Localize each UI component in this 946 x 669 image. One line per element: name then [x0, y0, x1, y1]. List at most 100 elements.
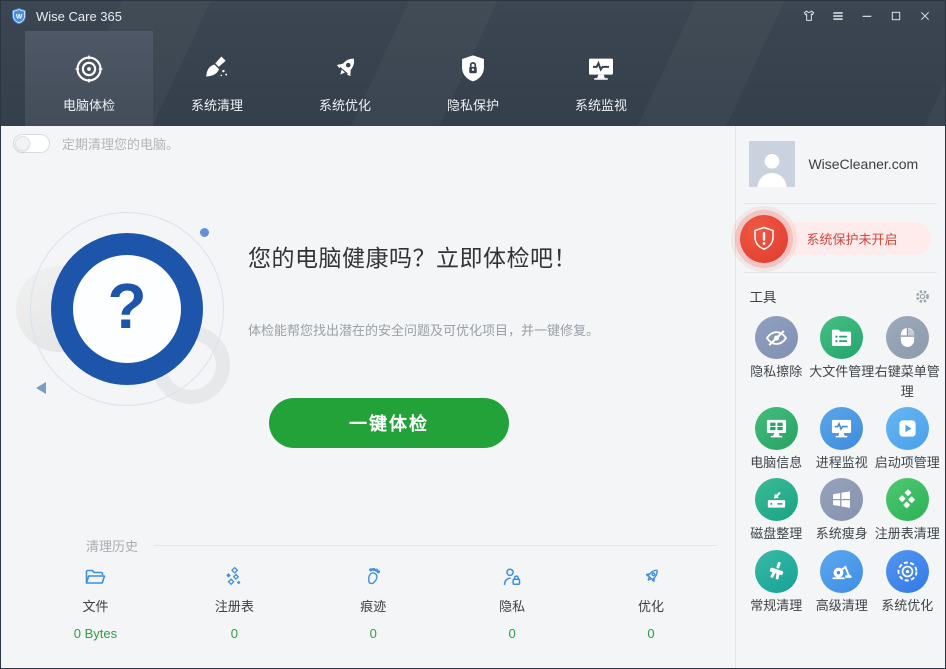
decor-triangle: [36, 382, 46, 394]
windows-icon: [820, 478, 863, 521]
app-logo-icon: W: [10, 7, 28, 25]
main-panel: 定期清理您的电脑。 ? 您的电脑健康吗？立即体检吧！ 体检能帮您找出潜在的安全问…: [1, 126, 735, 669]
person-lock-icon: [500, 564, 524, 590]
play-square-icon: [886, 407, 929, 450]
checkup-icon: [73, 47, 105, 91]
tool-system-optimizer[interactable]: 系统优化: [874, 550, 940, 616]
svg-text:W: W: [16, 13, 23, 20]
tool-pc-information[interactable]: 电脑信息: [743, 407, 809, 473]
stat-label: 文件: [82, 596, 108, 615]
stat-value: 0: [231, 626, 238, 641]
tab-system-monitor[interactable]: 系统监视: [537, 31, 665, 126]
main-nav: 电脑体检 系统清理 系统优化 隐私保护 系统监视: [1, 31, 945, 126]
one-click-checkup-button[interactable]: 一键体检: [269, 398, 509, 448]
question-ring: ?: [51, 233, 203, 385]
tool-label: 进程监视: [816, 453, 868, 473]
history-divider: [154, 545, 717, 546]
tool-startup-manager[interactable]: 启动项管理: [874, 407, 940, 473]
tab-system-cleaner[interactable]: 系统清理: [153, 31, 281, 126]
tool-disk-defrag[interactable]: 磁盘整理: [743, 478, 809, 544]
tool-label: 注册表清理: [875, 524, 940, 544]
history-stats: 文件 0 Bytes 注册表 0 痕迹 0 隐私 0 优化 0: [26, 564, 720, 641]
mouse-icon: [886, 316, 929, 359]
footprint-icon: [361, 564, 385, 590]
stat-traces: 痕迹 0: [304, 564, 443, 641]
tool-label: 高级清理: [816, 596, 868, 616]
question-mark: ?: [107, 274, 146, 344]
tool-big-file-manager[interactable]: 大文件管理: [809, 316, 875, 402]
tool-label: 隐私擦除: [750, 362, 802, 382]
tool-label: 系统优化: [881, 596, 933, 616]
history-title: 清理历史: [86, 536, 138, 555]
stat-value: 0: [647, 626, 654, 641]
stat-label: 优化: [638, 596, 664, 615]
hero-description: 体检能帮您找出潜在的安全问题及可优化项目，并一键修复。: [248, 320, 599, 339]
close-button[interactable]: [910, 2, 939, 30]
minimize-button[interactable]: [852, 2, 881, 30]
stat-value: 0: [370, 626, 377, 641]
stat-value: 0 Bytes: [74, 626, 117, 641]
tool-process-monitor[interactable]: 进程监视: [809, 407, 875, 473]
stat-label: 注册表: [215, 596, 254, 615]
account-name[interactable]: WiseCleaner.com: [808, 156, 918, 172]
tool-context-menu-manager[interactable]: 右键菜单管理: [874, 316, 940, 402]
tool-common-cleaner[interactable]: 常规清理: [743, 550, 809, 616]
tab-pc-checkup[interactable]: 电脑体检: [25, 31, 153, 126]
tool-privacy-eraser[interactable]: 隐私擦除: [743, 316, 809, 402]
app-header: W Wise Care 365 电脑体检 系统清理 系统优化 隐私保护 系统监视: [1, 1, 945, 126]
menu-button[interactable]: [823, 2, 852, 30]
tool-registry-cleaner[interactable]: 注册表清理: [874, 478, 940, 544]
brush-icon: [755, 550, 798, 593]
tool-label: 右键菜单管理: [874, 362, 940, 402]
tool-system-slimming[interactable]: 系统瘦身: [809, 478, 875, 544]
disk-arrow-icon: [755, 478, 798, 521]
eye-off-icon: [755, 316, 798, 359]
tool-label: 电脑信息: [750, 453, 802, 473]
rocket-outline-icon: [639, 564, 663, 590]
stat-optimization: 优化 0: [582, 564, 721, 641]
alert-shield-icon[interactable]: [740, 215, 788, 263]
tools-settings-gear-icon[interactable]: [913, 287, 932, 306]
tools-title: 工具: [749, 286, 776, 306]
wise-care-365-window: W Wise Care 365 电脑体检 系统清理 系统优化 隐私保护 系统监视: [0, 0, 946, 669]
theme-button[interactable]: [794, 2, 823, 30]
maximize-button[interactable]: [881, 2, 910, 30]
protection-warning-text: 系统保护未开启: [806, 229, 897, 248]
sidebar: WiseCleaner.com 系统保护未开启 工具 隐私擦除 大文件管理 右键…: [735, 126, 945, 669]
stat-files: 文件 0 Bytes: [26, 564, 165, 641]
tab-label: 系统优化: [319, 95, 371, 114]
tool-label: 磁盘整理: [750, 524, 802, 544]
folder-list-icon: [820, 316, 863, 359]
stat-registry: 注册表 0: [165, 564, 304, 641]
gear-target-icon: [886, 550, 929, 593]
tool-advanced-cleaner[interactable]: 高级清理: [809, 550, 875, 616]
stat-label: 隐私: [499, 596, 525, 615]
shield-lock-icon: [457, 47, 489, 91]
maximize-icon: [888, 8, 904, 24]
tool-label: 系统瘦身: [816, 524, 868, 544]
window-controls: [794, 2, 939, 30]
diamonds-outline-icon: [222, 564, 246, 590]
tshirt-icon: [801, 8, 817, 24]
scheduler-toggle[interactable]: [13, 134, 50, 153]
window-title: Wise Care 365: [36, 9, 122, 24]
tab-label: 系统监视: [575, 95, 627, 114]
account-row[interactable]: WiseCleaner.com: [736, 126, 945, 203]
tab-label: 隐私保护: [447, 95, 499, 114]
close-icon: [917, 8, 933, 24]
tool-label: 启动项管理: [875, 453, 940, 473]
tab-system-tuneup[interactable]: 系统优化: [281, 31, 409, 126]
tab-label: 电脑体检: [63, 95, 115, 114]
tools-grid: 隐私擦除 大文件管理 右键菜单管理 电脑信息 进程监视 启动项管理 磁盘整理 系…: [736, 310, 945, 616]
stat-privacy: 隐私 0: [443, 564, 582, 641]
avatar: [749, 141, 795, 187]
tab-label: 系统清理: [191, 95, 243, 114]
content-area: 定期清理您的电脑。 ? 您的电脑健康吗？立即体检吧！ 体检能帮您找出潜在的安全问…: [1, 126, 945, 669]
tab-privacy-protector[interactable]: 隐私保护: [409, 31, 537, 126]
protection-warning[interactable]: 系统保护未开启: [736, 204, 945, 272]
titlebar: W Wise Care 365: [1, 1, 945, 31]
diamonds-icon: [886, 478, 929, 521]
tool-label: 大文件管理: [809, 362, 874, 382]
rocket-icon: [329, 47, 361, 91]
vacuum-icon: [820, 550, 863, 593]
